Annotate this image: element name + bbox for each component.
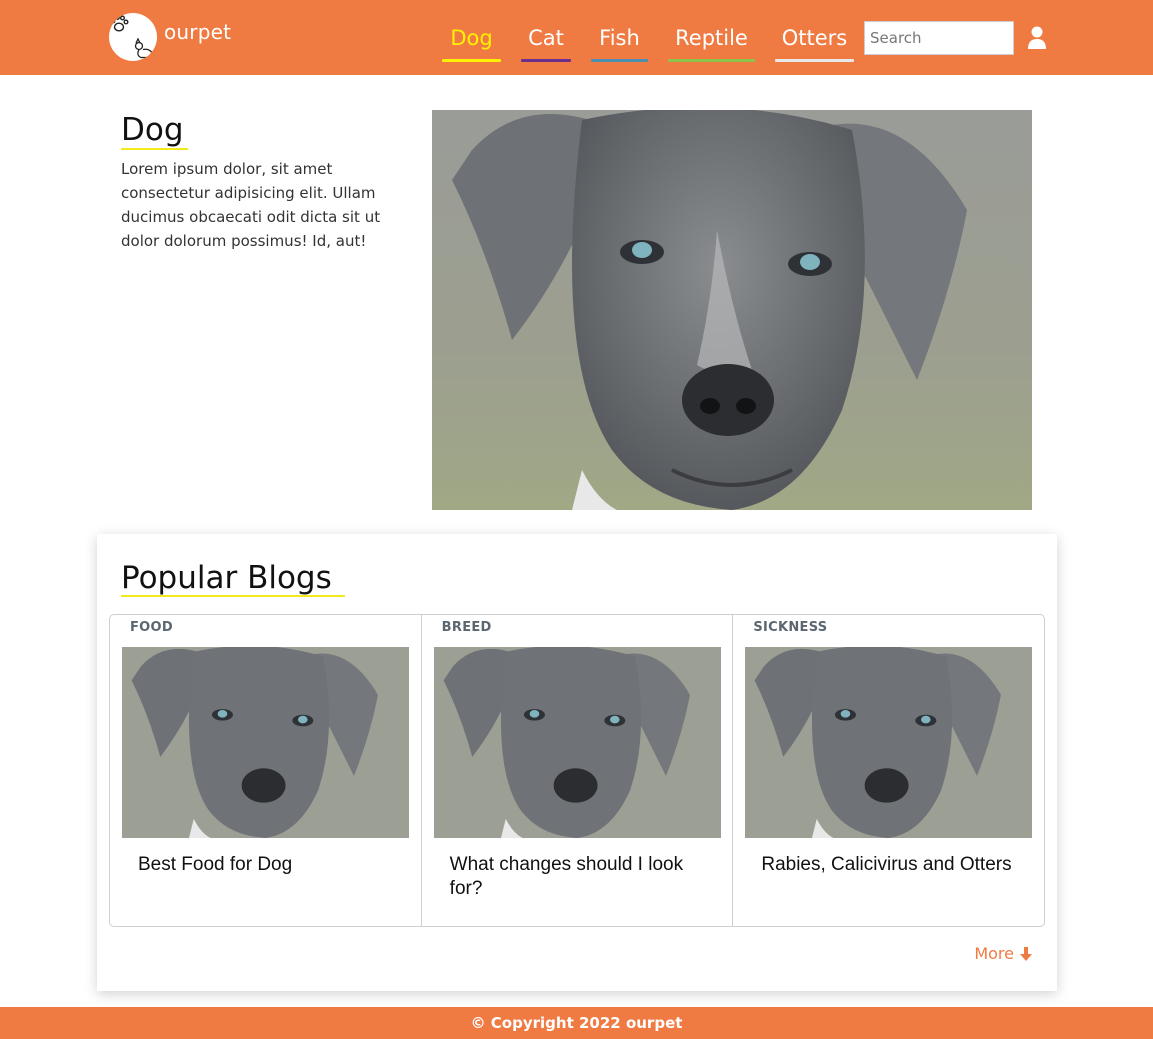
blog-category: FOOD [130,620,173,635]
nav-underline [591,59,648,62]
footer: © Copyright 2022 ourpet [0,1007,1153,1039]
blog-card-breed[interactable]: BREED What changes should I look for? [422,615,734,926]
blog-headline[interactable]: Rabies, Calicivirus and Otters [761,853,1021,877]
arrow-down-icon [1020,946,1032,961]
title-underline [121,148,188,150]
title-underline [121,595,345,597]
search-input[interactable] [864,21,1014,55]
more-label: More [974,944,1014,963]
user-icon[interactable] [1027,26,1047,50]
blog-thumbnail [745,647,1033,838]
nav-item-label: Reptile [675,26,748,50]
more-link[interactable]: More [974,944,1033,963]
nav-underline [775,59,854,62]
nav-item-dog[interactable]: Dog [442,22,501,62]
page-title: Dog [121,112,184,148]
dog-photo-icon [122,647,409,838]
logo[interactable] [109,13,157,61]
blog-headline[interactable]: What changes should I look for? [450,853,710,901]
nav-underline [668,59,755,62]
nav-item-label: Cat [528,26,564,50]
nav-underline [521,59,571,62]
navbar: ourpet Dog Cat Fish Reptile Otters [0,0,1153,75]
blog-card-sickness[interactable]: SICKNESS Rabies, Calicivirus and Otters [733,615,1044,926]
logo-circle [109,13,157,61]
blog-thumbnail [122,647,409,838]
nav-item-label: Fish [599,26,640,50]
nav-item-fish[interactable]: Fish [591,22,648,62]
dog-photo-icon [745,647,1033,838]
blog-category: BREED [441,620,492,635]
section-title: Popular Blogs [121,560,332,596]
brand-name[interactable]: ourpet [164,20,231,44]
nav-item-reptile[interactable]: Reptile [668,22,755,62]
blog-headline[interactable]: Best Food for Dog [138,853,398,877]
nav-underline [442,59,501,62]
blog-thumbnail [433,647,721,838]
nav-item-cat[interactable]: Cat [521,22,571,62]
nav-item-label: Dog [450,26,493,50]
blog-card-food[interactable]: FOOD Best Food for Dog [110,615,422,926]
dog-photo-icon [433,647,721,838]
dog-photo-icon [432,110,1032,510]
copyright-text: © Copyright 2022 ourpet [470,1014,683,1032]
hero-description: Lorem ipsum dolor, sit amet consectetur … [121,160,381,250]
blog-grid: FOOD Best Food for Dog BREED What change… [109,614,1045,927]
nav-item-otters[interactable]: Otters [775,22,854,62]
hero-dog-image [432,110,1032,510]
paw-cat-logo-icon [110,15,156,59]
nav-item-label: Otters [781,26,848,50]
blog-category: SICKNESS [753,620,828,635]
popular-blogs-section: Popular Blogs FOOD Best Food for Dog BRE… [97,534,1057,991]
